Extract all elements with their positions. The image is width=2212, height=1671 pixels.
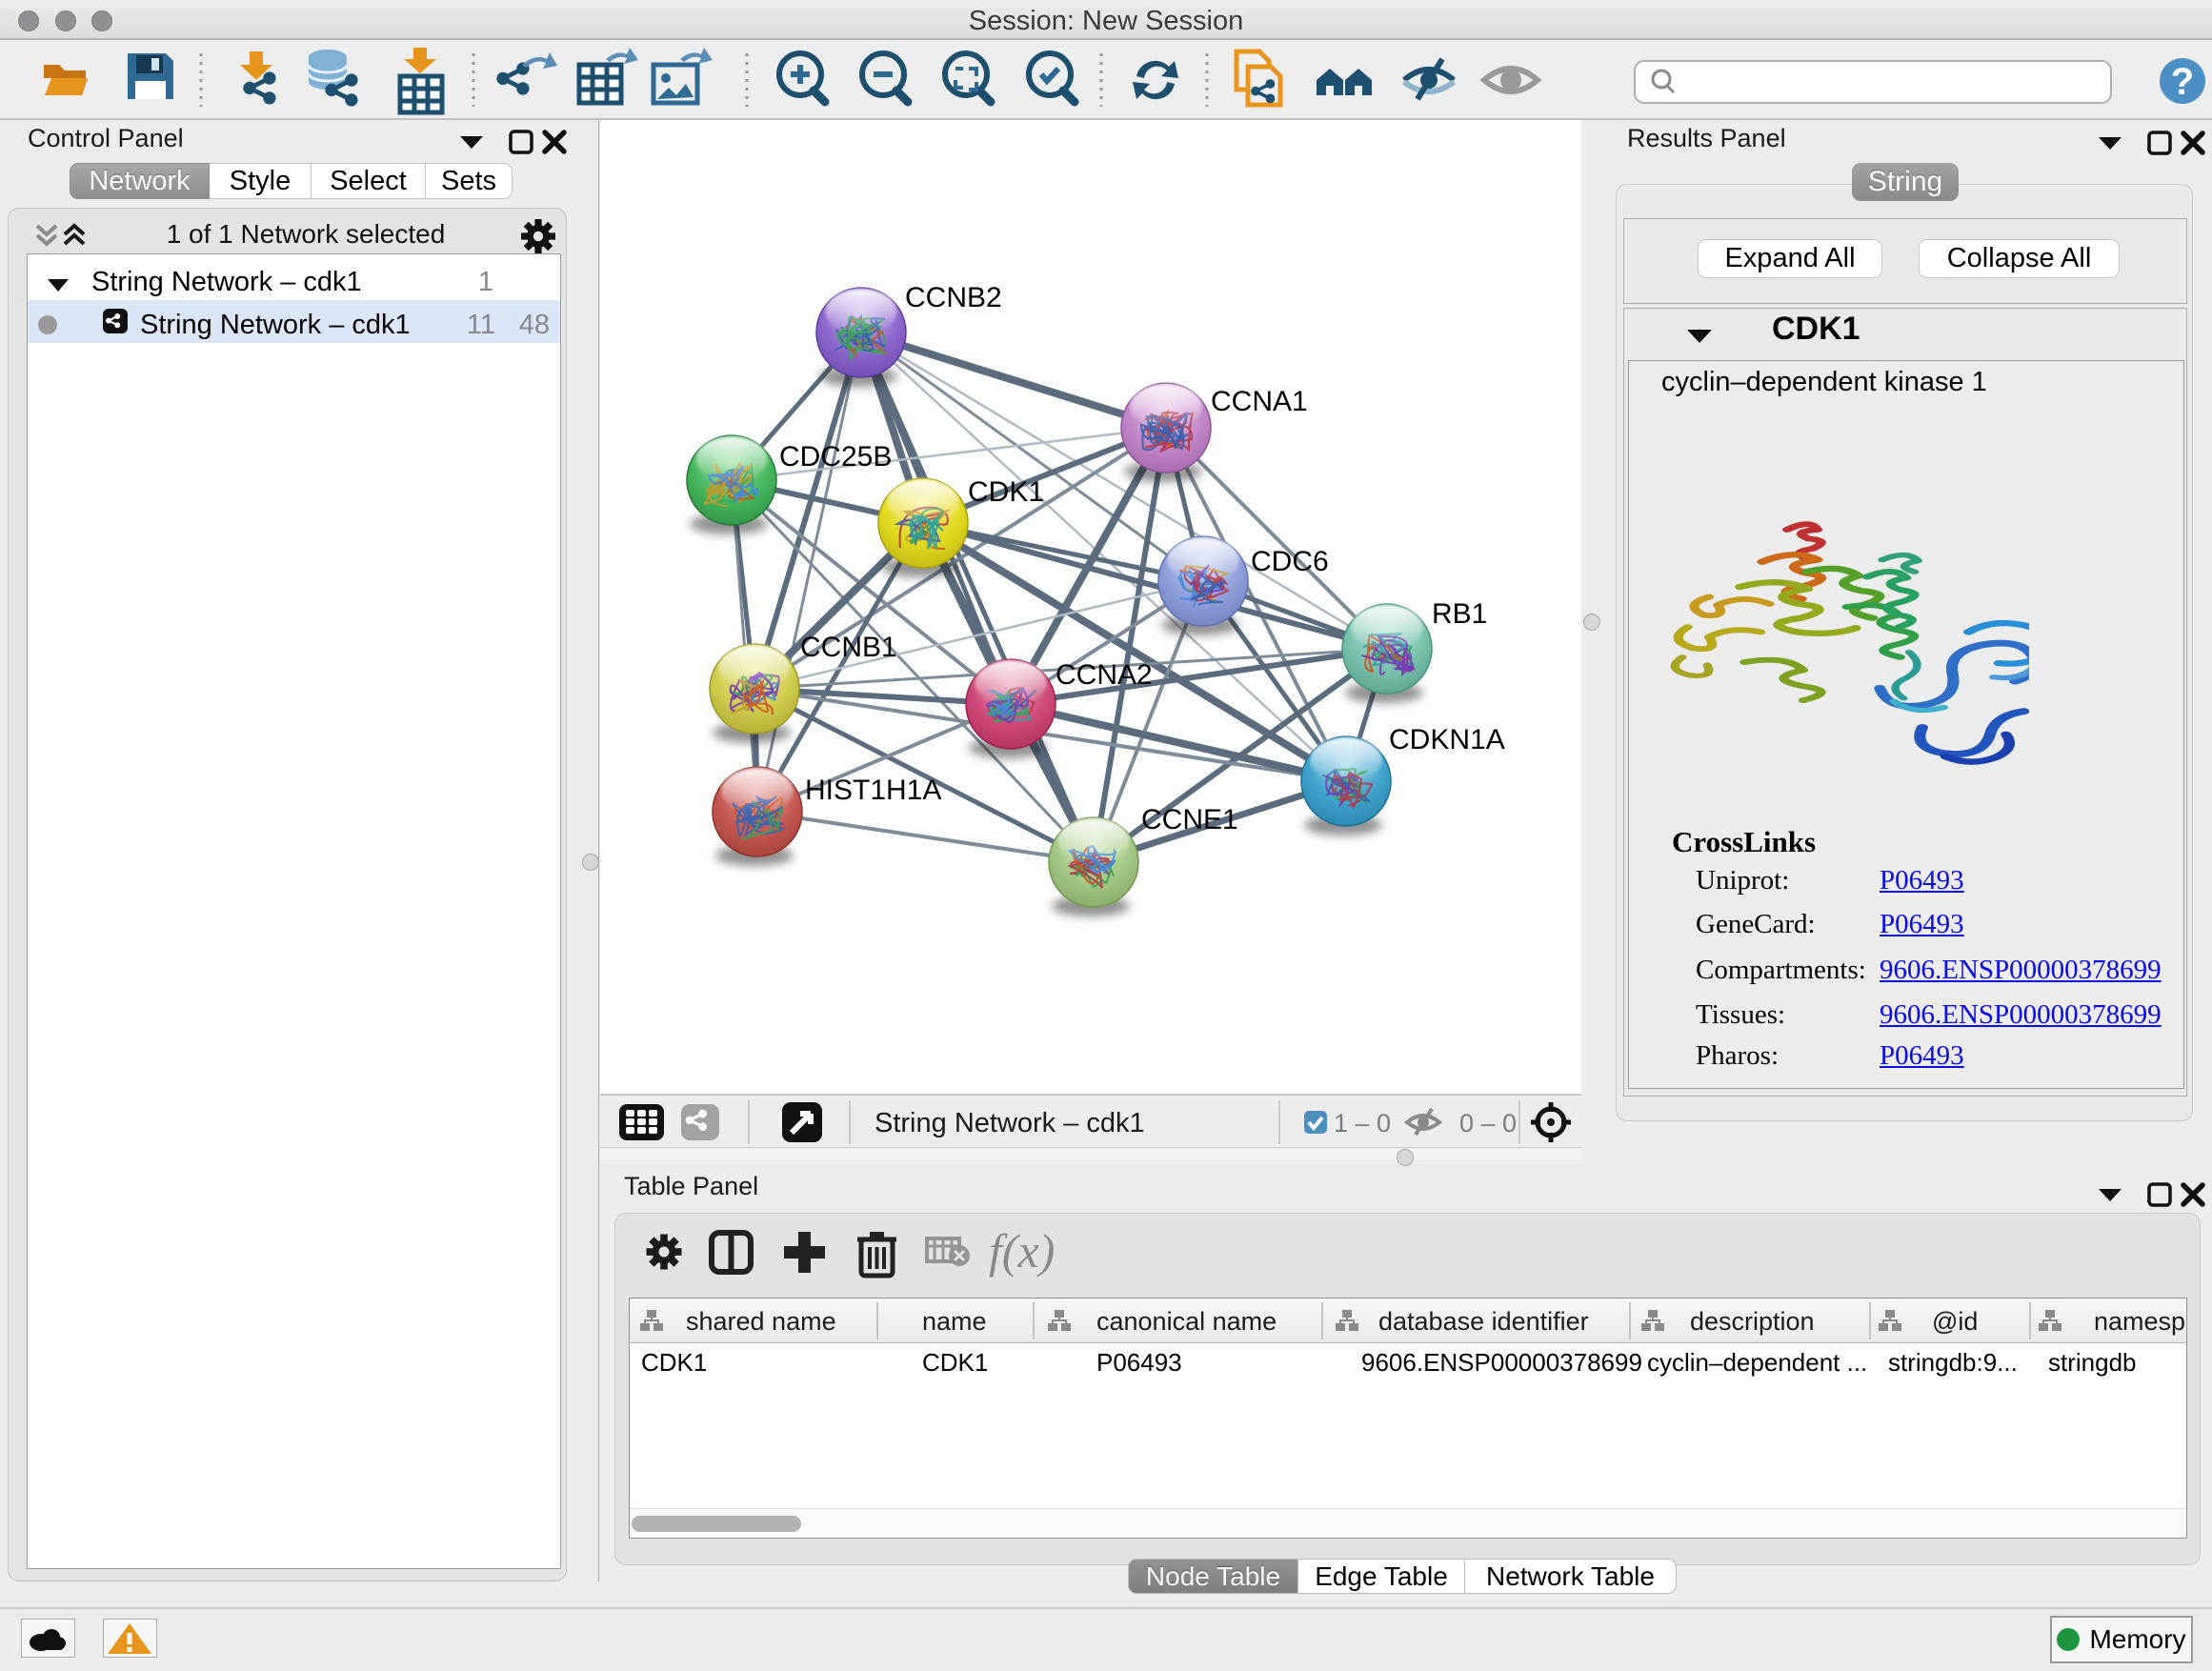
svg-text:f(x): f(x) xyxy=(989,1224,1055,1278)
svg-text:String Network – cdk1: String Network – cdk1 xyxy=(875,1108,1145,1138)
svg-text:CDK1: CDK1 xyxy=(968,476,1044,508)
svg-text:CCNB1: CCNB1 xyxy=(800,632,897,663)
svg-text:database identifier: database identifier xyxy=(1378,1307,1589,1336)
svg-text:0 – 0: 0 – 0 xyxy=(1459,1109,1517,1137)
svg-text:CCNA2: CCNA2 xyxy=(1056,659,1153,691)
svg-text:CDC6: CDC6 xyxy=(1251,546,1329,577)
svg-text:1: 1 xyxy=(478,267,493,297)
svg-text:CCNE1: CCNE1 xyxy=(1141,804,1238,836)
svg-text:CCNA1: CCNA1 xyxy=(1211,386,1308,417)
svg-text:name: name xyxy=(922,1307,987,1336)
svg-text:description: description xyxy=(1690,1307,1815,1336)
svg-text:shared name: shared name xyxy=(686,1307,836,1336)
svg-text:11: 11 xyxy=(467,310,495,340)
svg-text:CCNB2: CCNB2 xyxy=(905,282,1002,313)
svg-text:CDKN1A: CDKN1A xyxy=(1389,724,1505,755)
svg-text:RB1: RB1 xyxy=(1432,598,1487,630)
svg-text:CDC25B: CDC25B xyxy=(779,441,892,473)
svg-text:String Network – cdk1: String Network – cdk1 xyxy=(91,267,362,297)
svg-text:canonical name: canonical name xyxy=(1096,1307,1277,1336)
svg-text:1 of 1 Network selected: 1 of 1 Network selected xyxy=(167,219,446,249)
svg-text:String Network – cdk1: String Network – cdk1 xyxy=(140,310,411,340)
svg-text:namespace: namespace xyxy=(2094,1307,2186,1336)
svg-text:HIST1H1A: HIST1H1A xyxy=(805,775,941,806)
svg-text:1 – 0: 1 – 0 xyxy=(1334,1109,1391,1137)
svg-text:48: 48 xyxy=(519,310,550,340)
svg-text:?: ? xyxy=(2171,61,2194,103)
svg-text:@id: @id xyxy=(1932,1307,1978,1336)
